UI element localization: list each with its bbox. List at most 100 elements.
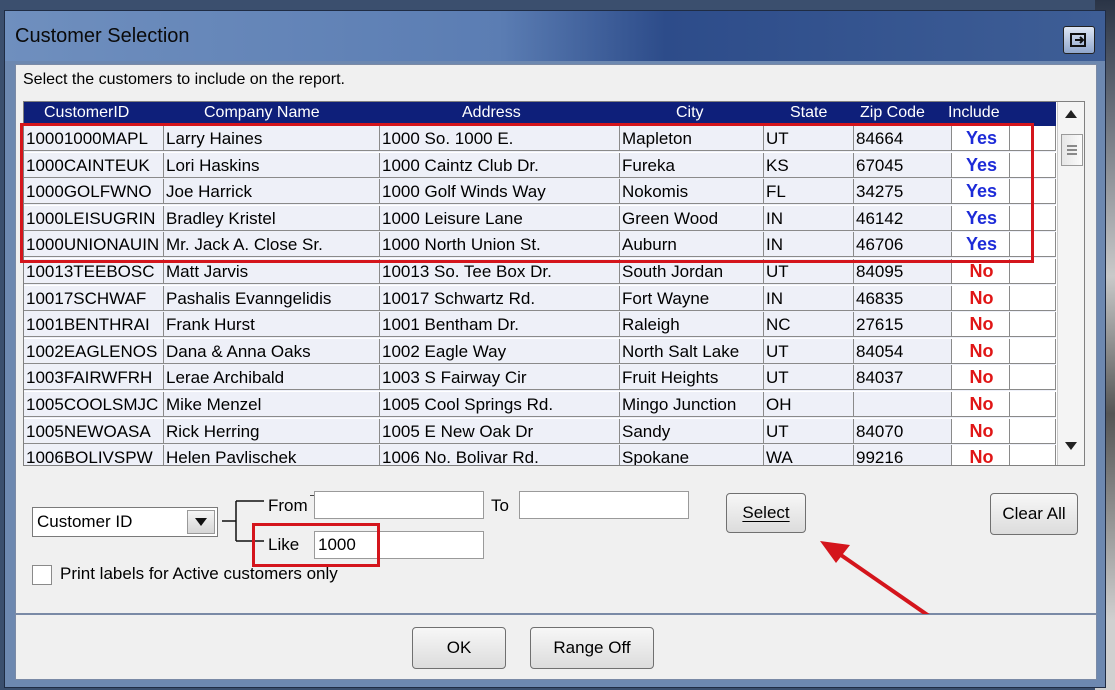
cell-include[interactable]: No (952, 312, 1010, 338)
window-title: Customer Selection (15, 25, 190, 47)
cell-city: Raleigh (620, 312, 764, 338)
cell-include[interactable]: No (952, 418, 1010, 444)
cell-include[interactable]: No (952, 445, 1010, 465)
from-input[interactable] (314, 491, 484, 519)
cell-company: Rick Herring (164, 418, 380, 444)
cell-empty (1010, 365, 1056, 391)
to-input[interactable] (519, 491, 689, 519)
chevron-down-icon (195, 518, 207, 526)
cell-zip: 84054 (854, 338, 952, 364)
scrollbar-thumb[interactable] (1061, 134, 1083, 166)
cell-customerid: 1002EAGLENOS (24, 338, 164, 364)
cell-include[interactable]: No (952, 338, 1010, 364)
cell-customerid: 1006BOLIVSPW (24, 445, 164, 465)
active-customers-checkbox[interactable] (32, 565, 52, 585)
cell-state: IN (764, 285, 854, 311)
select-button-label: Select (742, 503, 790, 522)
cell-empty (1010, 285, 1056, 311)
filter-field-select[interactable]: Customer ID (32, 507, 218, 537)
cell-address: 10017 Schwartz Rd. (380, 285, 620, 311)
cell-company: Lerae Archibald (164, 365, 380, 391)
cell-state: UT (764, 338, 854, 364)
like-input-highlight (252, 523, 380, 567)
selected-rows-highlight (20, 123, 1034, 263)
range-off-button-label: Range Off (553, 638, 631, 657)
clear-all-button-label: Clear All (1002, 504, 1066, 523)
cell-customerid: 1005NEWOASA (24, 418, 164, 444)
cell-city: Fruit Heights (620, 365, 764, 391)
cell-state: WA (764, 445, 854, 465)
cell-address: 1001 Bentham Dr. (380, 312, 620, 338)
col-header-address[interactable]: Address (462, 104, 521, 122)
cell-include[interactable]: No (952, 285, 1010, 311)
table-row[interactable]: 1006BOLIVSPW Helen Pavlischek 1006 No. Bol… (24, 445, 1056, 465)
title-bar[interactable]: Customer Selection (5, 11, 1105, 61)
range-off-button[interactable]: Range Off (530, 627, 654, 669)
cell-zip: 99216 (854, 445, 952, 465)
col-header-zip[interactable]: Zip Code (860, 104, 925, 122)
cell-zip: 46835 (854, 285, 952, 311)
select-button[interactable]: Select (726, 493, 806, 533)
cell-customerid: 1005COOLSMJC (24, 392, 164, 417)
cell-state: UT (764, 365, 854, 391)
cell-customerid: 1003FAIRWFRH (24, 365, 164, 391)
button-bar: OK Range Off (15, 614, 1097, 680)
cell-state: NC (764, 312, 854, 338)
table-row[interactable]: 1002EAGLENOS Dana & Anna Oaks 1002 Eagle W… (24, 338, 1056, 365)
grip-icon (1067, 145, 1077, 155)
cell-customerid: 10017SCHWAF (24, 285, 164, 311)
cell-customerid: 1001BENTHRAI (24, 312, 164, 338)
table-row[interactable]: 10017SCHWAF Pashalis Evanngelidis 10017 Sc… (24, 285, 1056, 312)
restore-window-button[interactable] (1063, 26, 1095, 54)
cell-city: Sandy (620, 418, 764, 444)
cell-empty (1010, 312, 1056, 338)
cell-address: 1005 E New Oak Dr (380, 418, 620, 444)
dialog-body: Select the customers to include on the r… (15, 64, 1097, 645)
col-header-city[interactable]: City (676, 104, 704, 122)
cell-address: 1003 S Fairway Cir (380, 365, 620, 391)
cell-empty (1010, 338, 1056, 364)
cell-company: Pashalis Evanngelidis (164, 285, 380, 311)
scroll-down-icon[interactable] (1065, 442, 1077, 450)
cell-company: Helen Pavlischek (164, 445, 380, 465)
instruction-text: Select the customers to include on the r… (23, 71, 345, 88)
cell-city: Fort Wayne (620, 285, 764, 311)
cell-city: Spokane (620, 445, 764, 465)
scroll-up-icon[interactable] (1065, 110, 1077, 118)
ok-button[interactable]: OK (412, 627, 506, 669)
restore-icon (1070, 33, 1086, 47)
cell-state: OH (764, 392, 854, 417)
cell-city: North Salt Lake (620, 338, 764, 364)
table-row[interactable]: 1005NEWOASA Rick Herring 1005 E New Oak Dr… (24, 418, 1056, 445)
cell-company: Mike Menzel (164, 392, 380, 417)
cell-zip: 27615 (854, 312, 952, 338)
cell-empty (1010, 392, 1056, 417)
from-label: From (268, 496, 308, 515)
to-label: To (491, 496, 509, 515)
active-customers-label: Print labels for Active customers only (60, 564, 338, 583)
dropdown-button[interactable] (187, 510, 215, 534)
cell-include[interactable]: No (952, 365, 1010, 391)
table-row[interactable]: 1001BENTHRAI Frank Hurst 1001 Bentham Dr. R… (24, 312, 1056, 339)
table-row[interactable]: 1005COOLSMJC Mike Menzel 1005 Cool Springs… (24, 392, 1056, 418)
col-header-company[interactable]: Company Name (204, 104, 320, 122)
cell-zip: 84037 (854, 365, 952, 391)
vertical-scrollbar[interactable] (1057, 102, 1084, 465)
table-row[interactable]: 1003FAIRWFRH Lerae Archibald 1003 S Fairwa… (24, 365, 1056, 392)
cell-empty (1010, 445, 1056, 465)
col-header-customerid[interactable]: CustomerID (44, 104, 129, 122)
cell-company: Dana & Anna Oaks (164, 338, 380, 364)
col-header-state[interactable]: State (790, 104, 827, 122)
cell-include[interactable]: No (952, 392, 1010, 417)
ok-button-label: OK (446, 638, 472, 657)
cell-address: 1005 Cool Springs Rd. (380, 392, 620, 417)
cell-state: UT (764, 418, 854, 444)
cell-address: 1006 No. Bolivar Rd. (380, 445, 620, 465)
cell-empty (1010, 418, 1056, 444)
customer-selection-window: Customer Selection Select the customers … (4, 10, 1106, 688)
clear-all-button[interactable]: Clear All (990, 493, 1078, 535)
cell-zip (854, 392, 952, 417)
cell-zip: 84070 (854, 418, 952, 444)
filter-field-value: Customer ID (37, 512, 133, 531)
col-header-include[interactable]: Include (948, 104, 1000, 122)
